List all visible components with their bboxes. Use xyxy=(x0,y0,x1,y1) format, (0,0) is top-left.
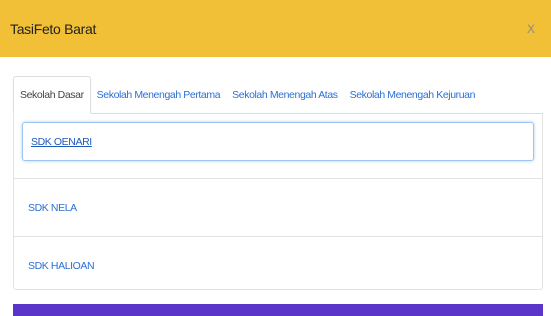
list-item-wrapper: SDK OENARI xyxy=(14,122,542,178)
tab-sekolah-menengah-kejuruan[interactable]: Sekolah Menengah Kejuruan xyxy=(344,76,481,113)
tab-sekolah-menengah-pertama[interactable]: Sekolah Menengah Pertama xyxy=(91,76,227,113)
modal-title: TasiFeto Barat xyxy=(10,20,97,37)
school-level-tabs: Sekolah Dasar Sekolah Menengah Pertama S… xyxy=(13,76,543,114)
school-link-sdk-oenari[interactable]: SDK OENARI xyxy=(22,122,534,161)
school-link-sdk-halioan[interactable]: SDK HALIOAN xyxy=(14,236,542,294)
footer-bar xyxy=(13,304,543,316)
close-button[interactable]: X xyxy=(523,20,539,38)
tab-sekolah-menengah-atas[interactable]: Sekolah Menengah Atas xyxy=(226,76,343,113)
school-list: SDK OENARI SDK NELA SDK HALIOAN xyxy=(13,114,543,290)
tab-sekolah-dasar[interactable]: Sekolah Dasar xyxy=(13,76,91,114)
modal-dialog: TasiFeto Barat X Sekolah Dasar Sekolah M… xyxy=(0,0,551,316)
modal-header: TasiFeto Barat X xyxy=(0,0,551,57)
school-link-sdk-nela[interactable]: SDK NELA xyxy=(14,178,542,236)
